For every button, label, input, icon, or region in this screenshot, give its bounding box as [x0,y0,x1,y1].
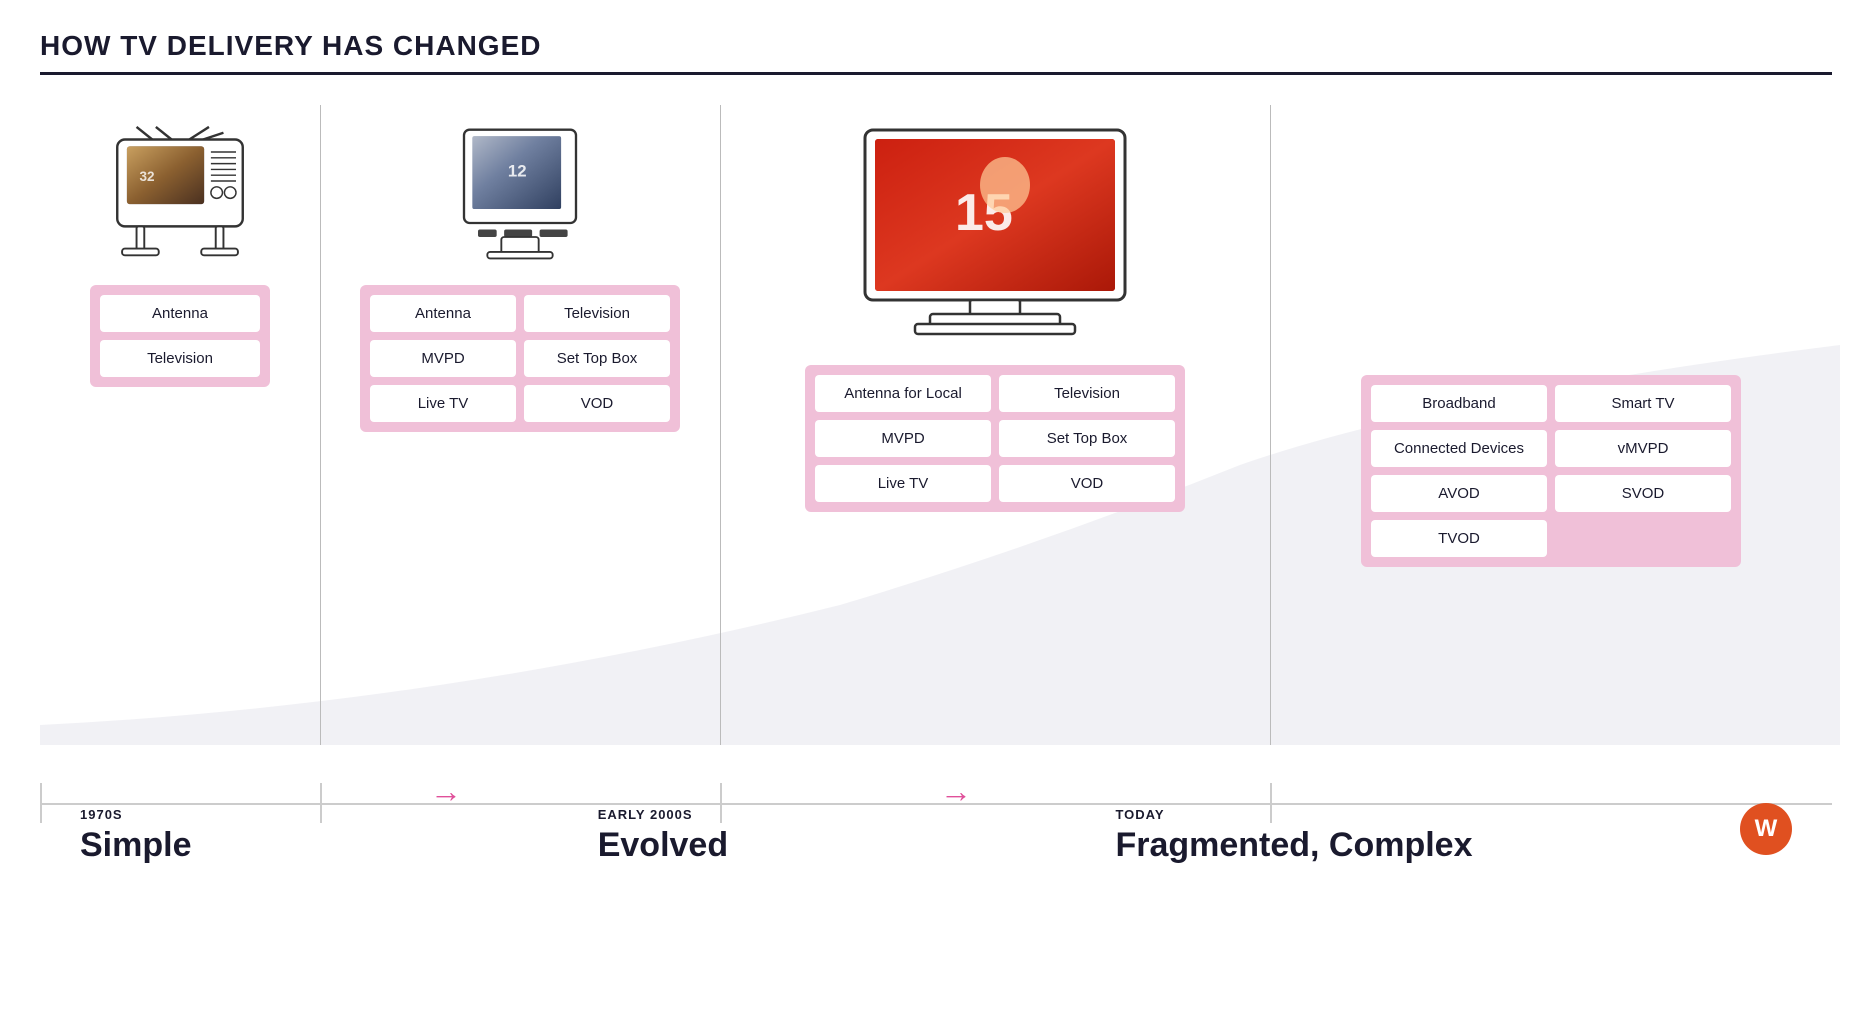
card-broadband: Broadband [1371,385,1547,422]
diagram-area: 32 [40,105,1832,865]
svg-text:12: 12 [508,161,527,180]
card-smarttv: Smart TV [1555,385,1731,422]
era-period-1970s: 1970s [80,807,123,822]
tv-stb-illustration: 12 [455,125,585,265]
era-period-today: TODAY [1115,807,1164,822]
arrow-1: → [430,773,462,810]
era-today-left-cards: Antenna for Local Television MVPD Set To… [805,365,1185,512]
card-vod-2000s: VOD [524,385,670,422]
card-television-2000s: Television [524,295,670,332]
card-mvpd-2000s: MVPD [370,340,516,377]
card-antenna-2000s: Antenna [370,295,516,332]
card-settopbox-2000s: Set Top Box [524,340,670,377]
era-1970s: 32 [40,105,320,745]
era-name-2000s: Evolved [598,826,728,865]
era-1970s-cards: Antenna Television [90,285,270,387]
card-avod: AVOD [1371,475,1547,512]
page-title: HOW TV DELIVERY HAS CHANGED [40,30,1832,62]
tv-crt-illustration: 32 [100,125,260,265]
card-connected-devices: Connected Devices [1371,430,1547,467]
card-vod-today: VOD [999,465,1175,502]
card-television-today: Television [999,375,1175,412]
divider-1 [320,105,321,745]
main-container: HOW TV DELIVERY HAS CHANGED [0,0,1872,1015]
era-early2000s-cards: Antenna Television MVPD Set Top Box Live… [360,285,680,432]
era-label-2000s: EARLY 2000s Evolved [558,807,1076,865]
card-tvod: TVOD [1371,520,1547,557]
era-today-right: Broadband Smart TV Connected Devices vMV… [1270,105,1832,745]
card-svod: SVOD [1555,475,1731,512]
era-name-1970s: Simple [80,826,191,865]
title-divider [40,72,1832,75]
era-labels: 1970s Simple EARLY 2000s Evolved TODAY F… [40,807,1832,865]
era-name-today: Fragmented, Complex [1115,826,1472,865]
card-settopbox-today: Set Top Box [999,420,1175,457]
era-label-1970s: 1970s Simple [40,807,558,865]
card-antenna-1970s: Antenna [100,295,260,332]
era-early2000s: 12 Antenna Television MVPD Set Top Box L… [320,105,720,745]
era-today-left: 15 Antenna for Local Television MVPD Set… [720,105,1270,745]
card-television-1970s: Television [100,340,260,377]
card-antenna-local-today: Antenna for Local [815,375,991,412]
svg-text:32: 32 [139,169,154,184]
era-label-today: TODAY Fragmented, Complex [1075,807,1832,865]
divider-3 [1270,105,1271,745]
era-period-2000s: EARLY 2000s [598,807,693,822]
card-empty [1555,520,1731,557]
tv-modern-illustration: 15 [855,125,1135,345]
era-today-right-cards: Broadband Smart TV Connected Devices vMV… [1361,375,1741,567]
card-livetv-2000s: Live TV [370,385,516,422]
divider-2 [720,105,721,745]
arrow-2: → [940,773,972,810]
card-vmvpd: vMVPD [1555,430,1731,467]
timeline [40,803,1832,805]
card-livetv-today: Live TV [815,465,991,502]
card-mvpd-today: MVPD [815,420,991,457]
w-logo: W [1740,803,1792,855]
